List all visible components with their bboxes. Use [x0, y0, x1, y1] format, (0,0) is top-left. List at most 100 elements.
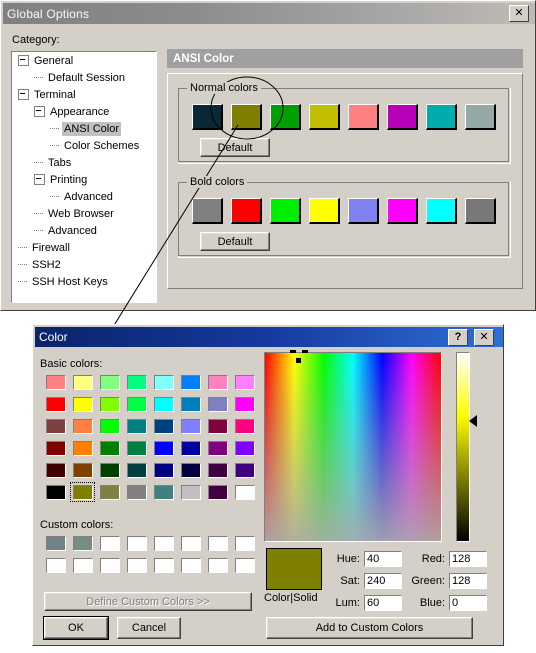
bold-color-swatch-1[interactable] [192, 198, 223, 224]
basic-color-cell-r2-c1[interactable] [69, 415, 96, 437]
custom-color-cell-r1-c1[interactable] [69, 554, 96, 576]
close-icon[interactable]: ✕ [474, 329, 494, 346]
basic-color-cell-r4-c4[interactable] [150, 459, 177, 481]
sidebar-item-default-session[interactable]: Default Session [12, 69, 156, 86]
color-dialog-titlebar[interactable]: Color [35, 327, 503, 347]
bold-color-swatch-7[interactable] [426, 198, 457, 224]
basic-color-cell-r1-c4[interactable] [150, 393, 177, 415]
tree-expander-icon[interactable] [34, 106, 45, 117]
close-icon[interactable]: ✕ [509, 5, 529, 22]
sidebar-item-ssh-host-keys[interactable]: SSH Host Keys [12, 273, 156, 290]
custom-color-cell-r1-c2[interactable] [96, 554, 123, 576]
green-input[interactable]: 128 [449, 573, 487, 589]
basic-color-cell-r1-c2[interactable] [96, 393, 123, 415]
normal-color-swatch-7[interactable] [426, 104, 457, 130]
basic-color-cell-r2-c2[interactable] [96, 415, 123, 437]
basic-color-cell-r5-c5[interactable] [177, 481, 204, 503]
basic-color-cell-r3-c3[interactable] [123, 437, 150, 459]
basic-color-cell-r1-c6[interactable] [204, 393, 231, 415]
custom-color-cell-r0-c0[interactable] [42, 532, 69, 554]
basic-color-cell-r2-c5[interactable] [177, 415, 204, 437]
spectrum-crosshair-icon[interactable] [296, 358, 301, 363]
basic-color-cell-r2-c4[interactable] [150, 415, 177, 437]
custom-color-cell-r1-c3[interactable] [123, 554, 150, 576]
basic-color-cell-r0-c6[interactable] [204, 371, 231, 393]
normal-color-swatch-3[interactable] [270, 104, 301, 130]
basic-color-cell-r4-c1[interactable] [69, 459, 96, 481]
basic-color-cell-r0-c0[interactable] [42, 371, 69, 393]
basic-color-cell-r0-c3[interactable] [123, 371, 150, 393]
basic-color-cell-r3-c6[interactable] [204, 437, 231, 459]
basic-colors-grid[interactable] [42, 371, 258, 503]
custom-color-cell-r1-c6[interactable] [204, 554, 231, 576]
custom-colors-grid[interactable] [42, 532, 258, 576]
basic-color-cell-r5-c2[interactable] [96, 481, 123, 503]
basic-color-cell-r4-c5[interactable] [177, 459, 204, 481]
basic-color-cell-r0-c7[interactable] [231, 371, 258, 393]
basic-color-cell-r0-c2[interactable] [96, 371, 123, 393]
sidebar-item-color-schemes[interactable]: Color Schemes [12, 137, 156, 154]
custom-color-cell-r1-c7[interactable] [231, 554, 258, 576]
sidebar-item-general[interactable]: General [12, 52, 156, 69]
basic-color-cell-r1-c0[interactable] [42, 393, 69, 415]
bold-color-swatch-3[interactable] [270, 198, 301, 224]
sidebar-item-printing[interactable]: Printing [12, 171, 156, 188]
bold-color-swatches[interactable] [192, 198, 496, 224]
basic-color-cell-r1-c7[interactable] [231, 393, 258, 415]
basic-color-cell-r2-c3[interactable] [123, 415, 150, 437]
sidebar-item-ansi-color[interactable]: ANSI Color [12, 120, 156, 137]
sat-input[interactable]: 240 [364, 573, 402, 589]
blue-input[interactable]: 0 [449, 595, 487, 611]
basic-color-cell-r3-c5[interactable] [177, 437, 204, 459]
sidebar-item-advanced[interactable]: Advanced [12, 222, 156, 239]
bold-color-swatch-2[interactable] [231, 198, 262, 224]
basic-color-cell-r5-c3[interactable] [123, 481, 150, 503]
normal-color-swatch-4[interactable] [309, 104, 340, 130]
sidebar-item-appearance[interactable]: Appearance [12, 103, 156, 120]
custom-color-cell-r1-c5[interactable] [177, 554, 204, 576]
basic-color-cell-r4-c0[interactable] [42, 459, 69, 481]
basic-color-cell-r4-c2[interactable] [96, 459, 123, 481]
custom-color-cell-r1-c0[interactable] [42, 554, 69, 576]
basic-color-cell-r2-c7[interactable] [231, 415, 258, 437]
basic-color-cell-r3-c1[interactable] [69, 437, 96, 459]
basic-color-cell-r1-c5[interactable] [177, 393, 204, 415]
normal-color-swatch-6[interactable] [387, 104, 418, 130]
custom-color-cell-r0-c6[interactable] [204, 532, 231, 554]
sidebar-item-web-browser[interactable]: Web Browser [12, 205, 156, 222]
bold-color-swatch-5[interactable] [348, 198, 379, 224]
bold-color-swatch-4[interactable] [309, 198, 340, 224]
basic-color-cell-r0-c5[interactable] [177, 371, 204, 393]
normal-color-swatches[interactable] [192, 104, 496, 130]
basic-color-cell-r3-c2[interactable] [96, 437, 123, 459]
luminance-arrow-icon[interactable] [469, 415, 477, 427]
tree-expander-icon[interactable] [18, 55, 29, 66]
basic-color-cell-r4-c3[interactable] [123, 459, 150, 481]
normal-color-swatch-5[interactable] [348, 104, 379, 130]
sidebar-item-ssh2[interactable]: SSH2 [12, 256, 156, 273]
sidebar-item-firewall[interactable]: Firewall [12, 239, 156, 256]
basic-color-cell-r5-c7[interactable] [231, 481, 258, 503]
basic-color-cell-r5-c6[interactable] [204, 481, 231, 503]
custom-color-cell-r0-c1[interactable] [69, 532, 96, 554]
bold-default-button[interactable]: Default [200, 232, 270, 251]
basic-color-cell-r5-c4[interactable] [150, 481, 177, 503]
normal-color-swatch-8[interactable] [465, 104, 496, 130]
basic-color-cell-r4-c7[interactable] [231, 459, 258, 481]
color-spectrum[interactable] [264, 350, 442, 542]
basic-color-cell-r2-c6[interactable] [204, 415, 231, 437]
basic-color-cell-r3-c7[interactable] [231, 437, 258, 459]
basic-color-cell-r1-c1[interactable] [69, 393, 96, 415]
normal-color-swatch-1[interactable] [192, 104, 223, 130]
basic-color-cell-r5-c0[interactable] [42, 481, 69, 503]
custom-color-cell-r0-c2[interactable] [96, 532, 123, 554]
global-options-titlebar[interactable]: Global Options [3, 3, 535, 24]
custom-color-cell-r0-c4[interactable] [150, 532, 177, 554]
sidebar-item-advanced[interactable]: Advanced [12, 188, 156, 205]
lum-input[interactable]: 60 [364, 595, 402, 611]
category-tree[interactable]: General Default Session Terminal Appearance… [11, 51, 157, 303]
cancel-button[interactable]: Cancel [117, 617, 181, 639]
bold-color-swatch-6[interactable] [387, 198, 418, 224]
basic-color-cell-r5-c1[interactable] [69, 481, 96, 503]
tree-expander-icon[interactable] [34, 174, 45, 185]
